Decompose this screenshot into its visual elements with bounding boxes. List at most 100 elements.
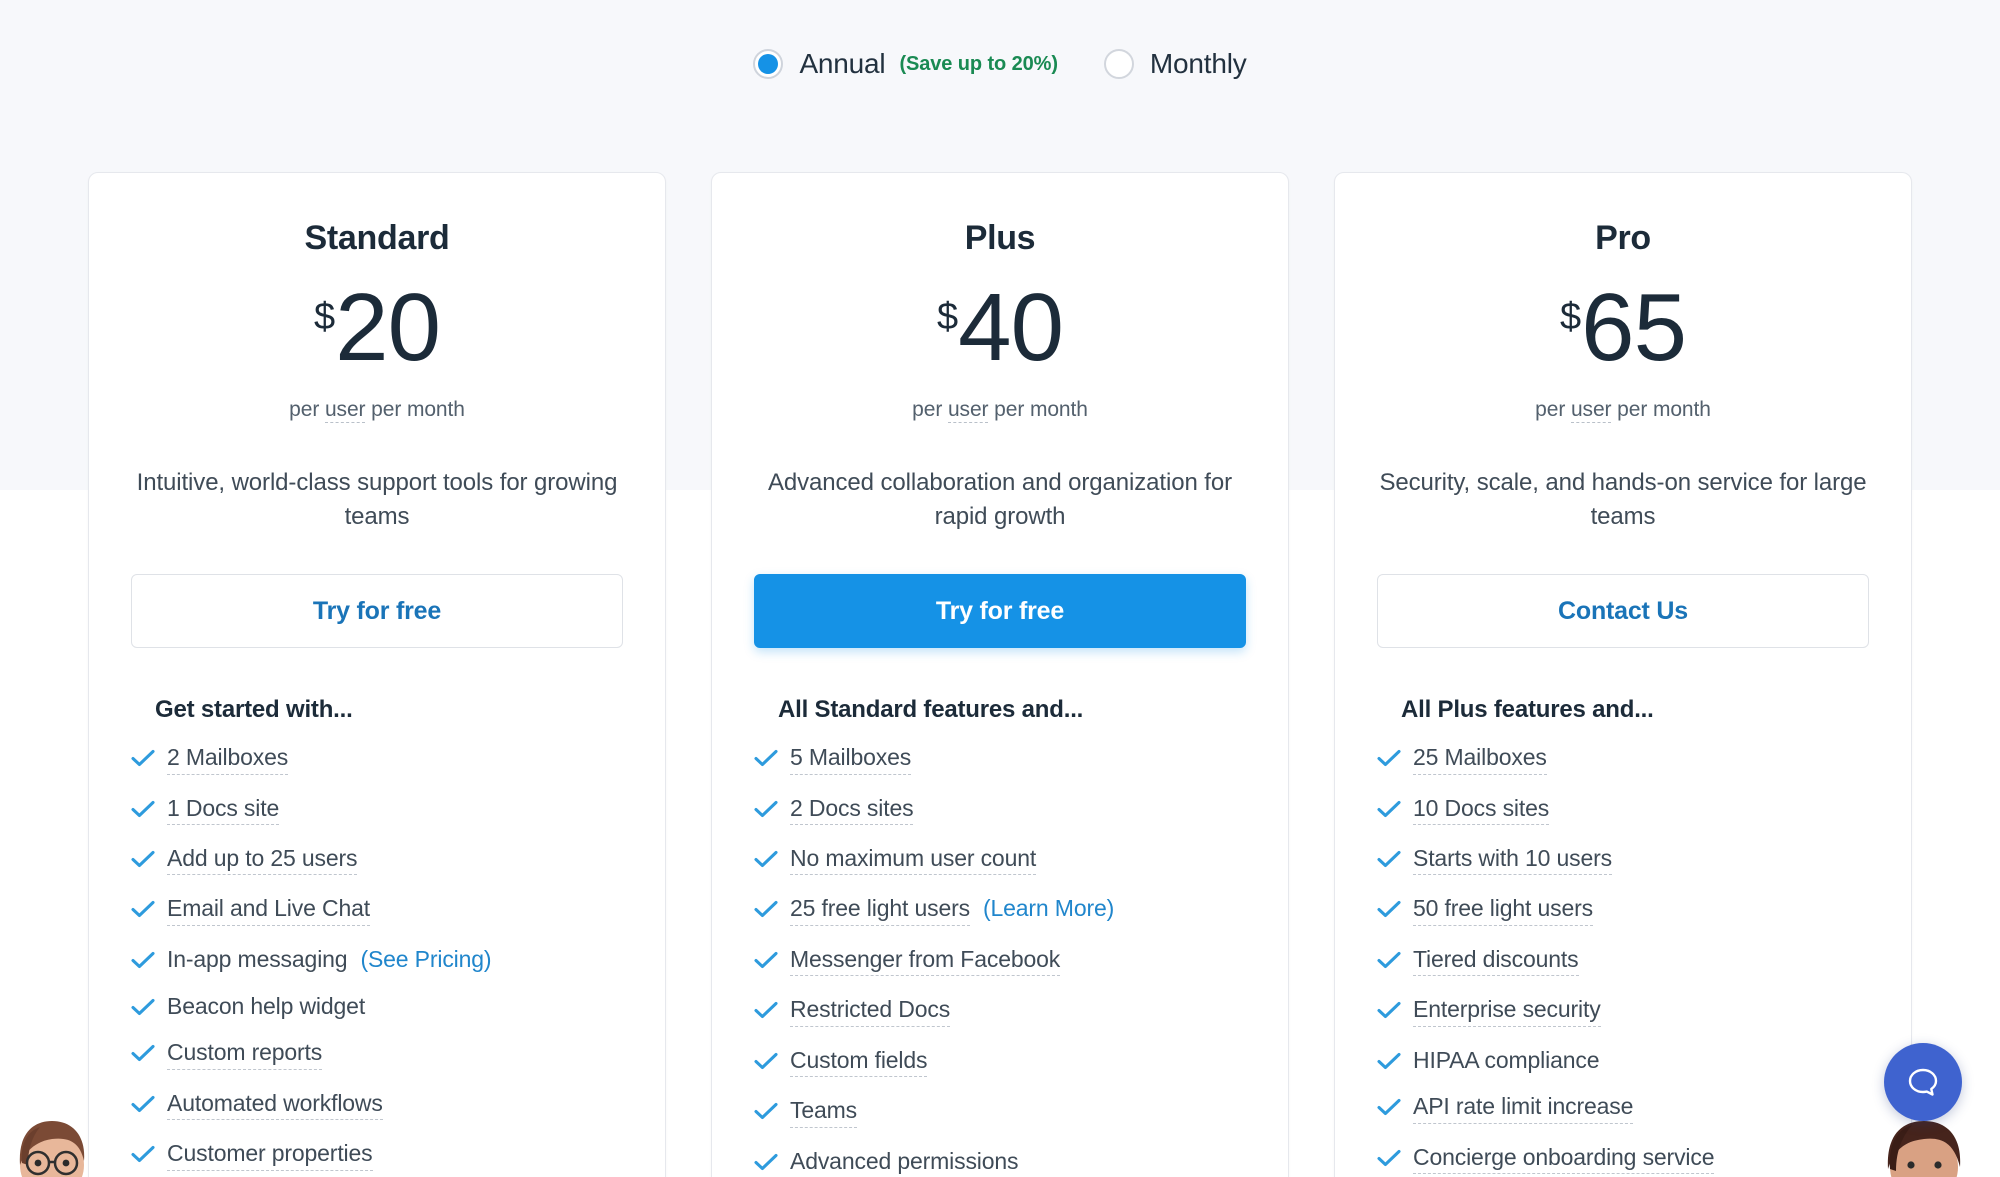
feature-item: API rate limit increase <box>1377 1093 1869 1124</box>
feature-item: Advanced permissions <box>754 1148 1246 1177</box>
feature-label: Beacon help widget <box>167 992 366 1019</box>
check-icon <box>754 850 778 868</box>
check-icon <box>754 749 778 767</box>
feature-label[interactable]: No maximum user count <box>790 845 1036 876</box>
check-icon <box>1377 1098 1401 1116</box>
feature-label[interactable]: 5 Mailboxes <box>790 744 911 775</box>
feature-item: Restricted Docs <box>754 996 1246 1027</box>
feature-item: 10 Docs sites <box>1377 795 1869 826</box>
check-icon <box>131 951 155 969</box>
plan-description-standard: Intuitive, world-class support tools for… <box>136 469 618 531</box>
price-note-tooltip-word[interactable]: user <box>947 398 989 423</box>
feature-label[interactable]: Concierge onboarding service <box>1413 1144 1715 1175</box>
feature-label[interactable]: API rate limit increase <box>1413 1093 1633 1124</box>
feature-label[interactable]: Automated workflows <box>167 1090 383 1121</box>
check-icon <box>754 1153 778 1171</box>
feature-label[interactable]: Messenger from Facebook <box>790 946 1060 977</box>
check-icon <box>1377 1001 1401 1019</box>
feature-label[interactable]: 2 Mailboxes <box>167 744 288 775</box>
price-amount: 65 <box>1581 274 1687 381</box>
features-title-standard: Get started with... <box>155 696 353 724</box>
feature-item: Starts with 10 users <box>1377 845 1869 876</box>
cta-button-standard[interactable]: Try for free <box>131 574 623 649</box>
feature-label[interactable]: Custom fields <box>790 1047 928 1078</box>
cta-button-pro[interactable]: Contact Us <box>1377 574 1869 649</box>
feature-label[interactable]: Teams <box>790 1097 857 1128</box>
feature-label[interactable]: Add up to 25 users <box>167 845 358 876</box>
pricing-cards: Standard $ 20 per user per month Intuiti… <box>0 172 2000 1177</box>
billing-option-annual-label: Annual <box>799 48 886 79</box>
check-icon <box>1377 1052 1401 1070</box>
plan-name-standard: Standard <box>304 219 450 257</box>
feature-list-pro: 25 Mailboxes 10 Docs sites Starts with 10 … <box>1377 744 1869 1175</box>
feature-item: 1 Docs site <box>131 795 623 826</box>
feature-item: HIPAA compliance <box>1377 1047 1869 1073</box>
feature-item: Custom reports <box>131 1039 623 1070</box>
check-icon <box>1377 850 1401 868</box>
feature-label[interactable]: 25 Mailboxes <box>1413 744 1547 775</box>
feature-label[interactable]: Email and Live Chat <box>167 895 370 926</box>
feature-label[interactable]: 10 Docs sites <box>1413 795 1549 826</box>
feature-item: 5 Mailboxes <box>754 744 1246 775</box>
feature-label[interactable]: Starts with 10 users <box>1413 845 1612 876</box>
check-icon <box>754 1102 778 1120</box>
feature-item: Add up to 25 users <box>131 845 623 876</box>
check-icon <box>131 1095 155 1113</box>
feature-label[interactable]: Advanced permissions <box>790 1148 1019 1177</box>
price-amount: 40 <box>958 274 1064 381</box>
check-icon <box>754 1001 778 1019</box>
feature-label[interactable]: Restricted Docs <box>790 996 950 1027</box>
price-note-plus: per user per month <box>912 398 1088 423</box>
check-icon <box>1377 800 1401 818</box>
check-icon <box>754 800 778 818</box>
feature-label[interactable]: Tiered discounts <box>1413 946 1579 977</box>
feature-label[interactable]: Customer properties <box>167 1140 373 1171</box>
billing-period-toggle: Annual (Save up to 20%) Monthly <box>0 48 2000 80</box>
price-note-tooltip-word[interactable]: user <box>324 398 366 423</box>
radio-monthly-icon[interactable] <box>1103 49 1134 79</box>
check-icon <box>131 749 155 767</box>
feature-label[interactable]: 25 free light users <box>790 895 970 926</box>
feature-item: 2 Mailboxes <box>131 744 623 775</box>
check-icon <box>1377 749 1401 767</box>
price-amount: 20 <box>335 274 441 381</box>
feature-link[interactable]: (Learn More) <box>983 895 1114 922</box>
feature-label[interactable]: 50 free light users <box>1413 895 1593 926</box>
cta-button-plus[interactable]: Try for free <box>754 574 1246 649</box>
feature-item: 50 free light users <box>1377 895 1869 926</box>
feature-item: Email and Live Chat <box>131 895 623 926</box>
plan-price-pro: $ 65 <box>1377 274 1869 381</box>
feature-item: 25 free light users (Learn More) <box>754 895 1246 926</box>
radio-annual-icon[interactable] <box>753 49 784 79</box>
feature-label[interactable]: Custom reports <box>167 1039 322 1070</box>
billing-option-annual[interactable]: Annual (Save up to 20%) <box>753 48 1058 80</box>
pricing-page: Annual (Save up to 20%) Monthly Standard… <box>0 0 2000 1177</box>
feature-item: 25 Mailboxes <box>1377 744 1869 775</box>
check-icon <box>131 998 155 1016</box>
feature-label: HIPAA compliance <box>1413 1046 1600 1073</box>
feature-label[interactable]: 1 Docs site <box>167 795 279 826</box>
plan-description-plus: Advanced collaboration and organization … <box>767 469 1233 531</box>
feature-label[interactable]: 2 Docs sites <box>790 795 914 826</box>
check-icon <box>131 800 155 818</box>
check-icon <box>754 1052 778 1070</box>
help-chat-widget-button[interactable] <box>1884 1043 1962 1121</box>
feature-link[interactable]: (See Pricing) <box>360 946 491 973</box>
feature-item: Automated workflows <box>131 1090 623 1121</box>
check-icon <box>131 850 155 868</box>
illustration-person-left <box>8 1091 104 1177</box>
check-icon <box>131 1145 155 1163</box>
features-title-plus: All Standard features and... <box>778 696 1084 724</box>
pricing-card-plus: Plus $ 40 per user per month Advanced co… <box>711 172 1289 1177</box>
feature-label[interactable]: Enterprise security <box>1413 996 1601 1027</box>
feature-item: Custom fields <box>754 1047 1246 1078</box>
plan-description-pro: Security, scale, and hands-on service fo… <box>1379 469 1867 531</box>
feature-list-plus: 5 Mailboxes 2 Docs sites No maximum user c… <box>754 744 1246 1177</box>
currency-symbol: $ <box>314 296 336 338</box>
billing-option-monthly-label: Monthly <box>1149 48 1247 79</box>
billing-option-monthly[interactable]: Monthly <box>1103 48 1247 80</box>
plan-name-pro: Pro <box>1595 219 1651 257</box>
price-note-tooltip-word[interactable]: user <box>1570 398 1612 423</box>
plan-name-plus: Plus <box>964 219 1036 257</box>
check-icon <box>1377 900 1401 918</box>
